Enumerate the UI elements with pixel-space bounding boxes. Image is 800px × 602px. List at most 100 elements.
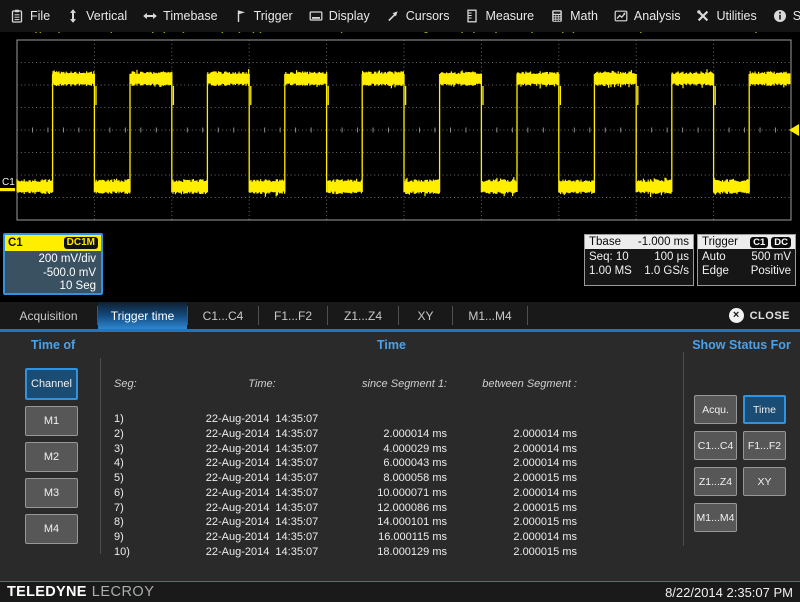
descriptor-row: C1 DC1M 200 mV/div -500.0 mV 10 Seg Tbas… [0,232,800,302]
table-row: 6)22-Aug-2014 14:35:0710.000071 ms2.0000… [100,486,683,501]
tab-f1-f2[interactable]: F1...F2 [259,302,327,329]
tab-z1-z4[interactable]: Z1...Z4 [328,302,398,329]
coupling-badge: DC1M [64,237,98,249]
menu-label: Support [793,9,800,23]
tab-trigger-time[interactable]: Trigger time [98,302,187,329]
menu-trigger[interactable]: Trigger [228,9,299,23]
table-row: 10)22-Aug-2014 14:35:0718.000129 ms2.000… [100,545,683,560]
tab-c1-c4[interactable]: C1...C4 [188,302,258,329]
col-since-header: since Segment 1: [362,378,447,390]
timebase-rate: 1.0 GS/s [644,265,689,278]
table-row: 3)22-Aug-2014 14:35:074.000029 ms2.00001… [100,442,683,457]
row-seg: 7) [114,501,162,516]
row-seg: 3) [114,442,162,457]
row-between: 2.000014 ms [447,442,577,457]
calculator-icon [550,9,564,23]
right-divider [683,352,684,546]
trigger-time-panel: Time of Time Show Status For Channel M1 M2… [0,332,800,581]
row-seg: 5) [114,471,162,486]
tab-acquisition[interactable]: Acquisition [0,302,97,329]
menu-measure[interactable]: Measure [459,9,540,23]
menu-display[interactable]: Display [303,9,376,23]
teledyne-lecroy-logo: TELEDYNE LECROY [7,584,154,600]
status-button-xy[interactable]: XY [743,467,786,496]
timebase-row: Seq: 10 100 µs [585,249,693,264]
close-button[interactable]: ×CLOSE [719,302,800,329]
menu-label: Math [570,9,598,23]
waveform-grid: C1 [0,32,800,232]
row-between: 2.000014 ms [447,530,577,545]
tab-separator [527,306,528,325]
info-circle-icon [773,9,787,23]
row-between: 2.000014 ms [447,486,577,501]
menu-vertical[interactable]: Vertical [60,9,133,23]
row-time: 22-Aug-2014 14:35:07 [162,412,362,427]
trigger-slope: Positive [751,265,791,278]
time-of-button-m4[interactable]: M4 [25,514,78,544]
row-time: 22-Aug-2014 14:35:07 [162,427,362,442]
table-header: Seg: Time: since Segment 1: between Segm… [100,378,683,390]
trigger-type: Edge [702,265,729,278]
show-status-for-title: Show Status For [683,338,800,352]
status-button-acqu[interactable]: Acqu. [694,395,737,424]
time-of-buttons: Channel M1 M2 M3 M4 [25,368,78,544]
status-button-time[interactable]: Time [743,395,786,424]
status-button-c1-c4[interactable]: C1...C4 [694,431,737,460]
channel-scale: 200 mV/div [5,253,96,267]
channel-offset: -500.0 mV [5,267,96,281]
row-between: 2.000015 ms [447,471,577,486]
analysis-chart-icon [614,9,628,23]
row-since [362,412,447,427]
row-seg: 6) [114,486,162,501]
trigger-flag-icon [234,9,248,23]
menu-utilities[interactable]: Utilities [690,9,762,23]
row-between: 2.000015 ms [447,501,577,516]
row-since: 12.000086 ms [362,501,447,516]
trigger-descriptor[interactable]: Trigger C1 DC Auto 500 mV Edge Positive [697,234,796,286]
menu-file[interactable]: File [4,9,56,23]
status-button-m1-m4[interactable]: M1...M4 [694,503,737,532]
row-time: 22-Aug-2014 14:35:07 [162,530,362,545]
col-between-header: between Segment : [447,378,577,390]
channel-label: C1 [8,237,23,249]
status-button-f1-f2[interactable]: F1...F2 [743,431,786,460]
channel-c1-descriptor[interactable]: C1 DC1M 200 mV/div -500.0 mV 10 Seg [3,233,103,295]
tab-xy[interactable]: XY [399,302,452,329]
col-seg-header: Seg: [114,378,162,390]
timebase-descriptor[interactable]: Tbase -1.000 ms Seq: 10 100 µs 1.00 MS 1… [584,234,694,286]
show-status-buttons: Acqu.TimeC1...C4F1...F2Z1...Z4XYM1...M4 [694,395,786,532]
channel-settings: 200 mV/div -500.0 mV 10 Seg [5,251,101,294]
timebase-title: Tbase [589,236,621,248]
menu-math[interactable]: Math [544,9,604,23]
trigger-row: Edge Positive [698,264,795,279]
row-seg: 10) [114,545,162,560]
time-of-button-m1[interactable]: M1 [25,406,78,436]
table-row: 1)22-Aug-2014 14:35:07 [100,412,683,427]
row-since: 10.000071 ms [362,486,447,501]
menu-label: Display [329,9,370,23]
time-of-button-m3[interactable]: M3 [25,478,78,508]
timebase-delay: -1.000 ms [638,236,689,248]
menu-support[interactable]: Support [767,9,800,23]
display-monitor-icon [309,9,323,23]
row-time: 22-Aug-2014 14:35:07 [162,545,362,560]
menu-label: Utilities [716,9,756,23]
menu-timebase[interactable]: Timebase [137,9,223,23]
menu-analysis[interactable]: Analysis [608,9,687,23]
menu-label: Timebase [163,9,217,23]
status-button-z1-z4[interactable]: Z1...Z4 [694,467,737,496]
table-row: 8)22-Aug-2014 14:35:0714.000101 ms2.0000… [100,515,683,530]
cursor-arrow-icon [386,9,400,23]
time-of-button-m2[interactable]: M2 [25,442,78,472]
row-time: 22-Aug-2014 14:35:07 [162,471,362,486]
waveform-display: C1 [0,32,800,232]
row-between: 2.000015 ms [447,515,577,530]
time-of-title: Time of [31,338,75,352]
menu-cursors[interactable]: Cursors [380,9,456,23]
row-seg: 1) [114,412,162,427]
tab-m1-m4[interactable]: M1...M4 [453,302,527,329]
time-of-button-channel[interactable]: Channel [25,368,78,400]
row-since: 18.000129 ms [362,545,447,560]
close-icon: × [729,308,744,323]
trigger-coupling-badge: DC [771,237,791,248]
